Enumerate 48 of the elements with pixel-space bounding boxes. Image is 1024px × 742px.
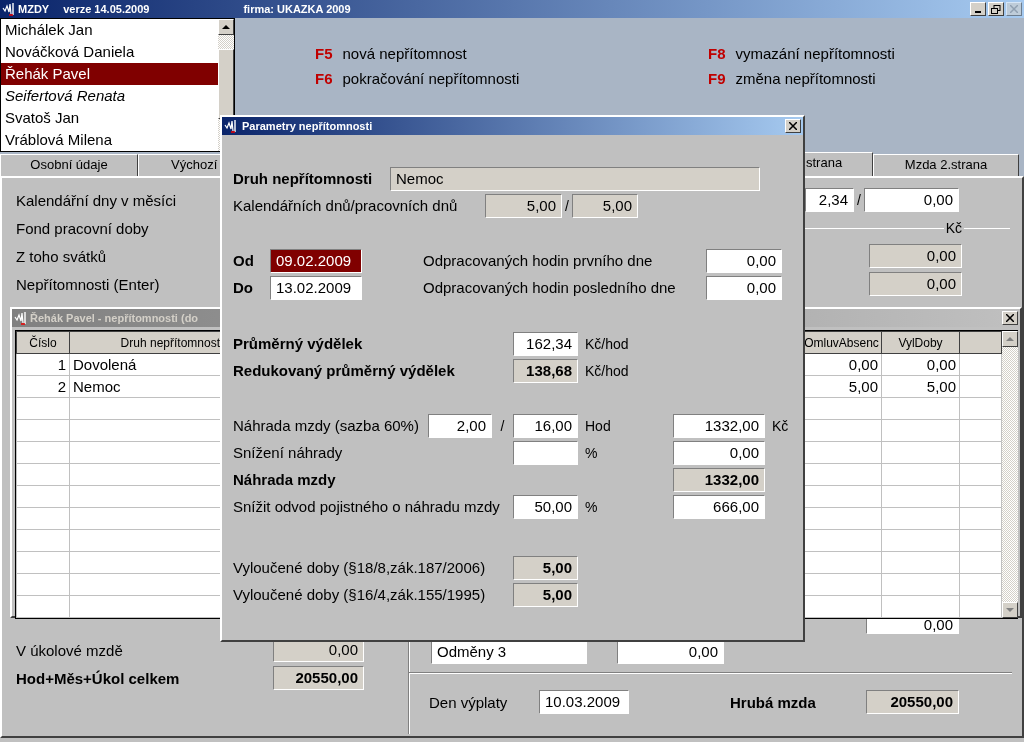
table-cell: 1 (16, 353, 70, 376)
version-text: verze 14.05.2009 (63, 3, 150, 15)
field-label: Do (233, 279, 254, 296)
field-label: Snížit odvod pojistného o náhradu mzdy (233, 498, 501, 515)
shortcut-label: pokračování nepřítomnosti (342, 70, 520, 87)
table-cell: 0,00 (881, 353, 960, 376)
shortcut-label: změna nepřítomnosti (735, 70, 876, 87)
field-label: Náhrada mzdy (233, 471, 337, 488)
field-label: Průměrný výdělek (233, 335, 364, 352)
separator-text: / (564, 197, 570, 214)
field-label: Redukovaný průměrný výdělek (233, 362, 456, 379)
shortcut-key: F8 (708, 45, 726, 62)
company-text: firma: UKAZKA 2009 (243, 3, 351, 15)
field-label: Kalendářních dnů/pracovních dnů (233, 197, 459, 214)
shortcut-key: F6 (315, 70, 333, 87)
unit-label: Kč/hod (584, 362, 629, 379)
shortcut-key: F9 (708, 70, 726, 87)
field-label: Den výplaty (429, 693, 509, 711)
window-title: Řehák Pavel - nepřítomnosti (do (30, 312, 199, 324)
separator-text: / (856, 192, 862, 208)
field-label: Vyloučené doby (§18/8,zák.187/2006) (233, 559, 487, 576)
field-label: Kalendářní dny v měsíci (16, 191, 177, 209)
unit-label: % (584, 498, 599, 515)
field-label: Z toho svátků (16, 247, 107, 265)
field-label: V úkolové mzdě (16, 641, 123, 659)
field-label: Fond pracovní doby (16, 219, 149, 237)
currency-heading: Kč (944, 220, 963, 236)
field-label: Hrubá mzda (730, 693, 817, 711)
field-label: Náhrada mzdy (sazba 60%) (233, 417, 420, 434)
field-label: Odpracovaných hodin prvního dne (423, 252, 654, 269)
separator-text: / (499, 417, 506, 434)
shortcut-key: F5 (315, 45, 333, 62)
field-label: Snížení náhrady (233, 444, 344, 461)
table-cell: 5,00 (881, 375, 960, 398)
app-title: MZDY (18, 3, 50, 15)
unit-label: % (584, 444, 599, 461)
shortcut-label: nová nepřítomnost (342, 45, 467, 62)
table-cell: 2 (16, 375, 70, 398)
field-label: Od (233, 252, 255, 269)
field-label: Hod+Měs+Úkol celkem (16, 669, 180, 687)
unit-label: Kč (771, 417, 789, 434)
field-label: Nepřítomnosti (Enter) (16, 275, 160, 293)
shortcut-label: vymazání nepřítomnosti (735, 45, 895, 62)
field-label: Vyloučené doby (§16/4,zák.155/1995) (233, 586, 487, 603)
unit-label: Hod (584, 417, 612, 434)
field-label: Odpracovaných hodin posledního dne (423, 279, 677, 296)
dialog-title: Parametry nepřítomnosti (242, 120, 373, 132)
unit-label: Kč/hod (584, 335, 629, 352)
